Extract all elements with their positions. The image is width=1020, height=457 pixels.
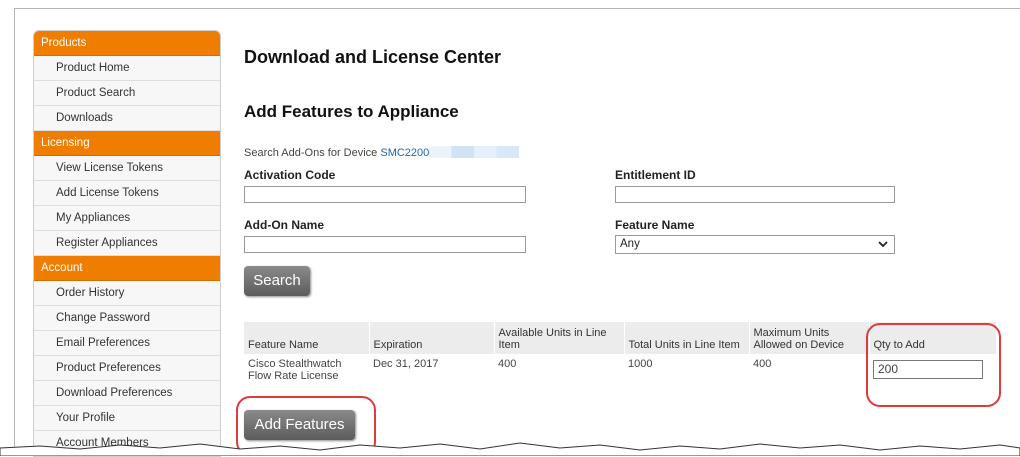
- device-link[interactable]: SMC2200: [380, 147, 429, 159]
- redacted-serial: [429, 146, 520, 158]
- torn-edge-decoration: [0, 442, 1020, 456]
- search-addons-prefix: Search Add-Ons for Device: [244, 147, 378, 159]
- section-title: Add Features to Appliance: [244, 102, 459, 121]
- col-expiration: Expiration: [369, 322, 495, 354]
- cell-maximum-units: 400: [753, 358, 772, 370]
- sidebar-item-downloads[interactable]: Downloads: [34, 106, 220, 131]
- entitlement-id-label: Entitlement ID: [615, 168, 696, 182]
- sidebar-item-your-profile[interactable]: Your Profile: [34, 406, 220, 431]
- sidebar-section-products[interactable]: Products: [34, 31, 220, 56]
- feature-name-label: Feature Name: [615, 218, 695, 232]
- chevron-down-icon: [878, 241, 888, 248]
- col-available-units: Available Units in Line Item: [494, 322, 625, 354]
- qty-callout-highlight: [866, 323, 1001, 407]
- cell-available-units: 400: [498, 358, 517, 370]
- activation-code-label: Activation Code: [244, 168, 336, 182]
- sidebar-section-account[interactable]: Account: [34, 256, 220, 281]
- col-maximum-units: Maximum Units Allowed on Device: [749, 322, 870, 354]
- page-title: Download and License Center: [244, 47, 502, 67]
- col-feature-name: Feature Name: [244, 322, 370, 354]
- col-total-units: Total Units in Line Item: [624, 322, 750, 354]
- entitlement-id-field[interactable]: [615, 186, 895, 203]
- sidebar-item-my-appliances[interactable]: My Appliances: [34, 206, 220, 231]
- sidebar-item-add-license-tokens[interactable]: Add License Tokens: [34, 181, 220, 206]
- addon-name-field[interactable]: [244, 236, 526, 253]
- search-button[interactable]: Search: [244, 266, 310, 296]
- sidebar-item-register-appliances[interactable]: Register Appliances: [34, 231, 220, 256]
- sidebar-item-product-search[interactable]: Product Search: [34, 81, 220, 106]
- search-addons-caption: Search Add-Ons for Device SMC2200: [244, 146, 520, 159]
- feature-name-select[interactable]: Any: [615, 235, 895, 254]
- cell-total-units: 1000: [628, 358, 653, 370]
- feature-name-selected: Any: [620, 238, 640, 250]
- sidebar-item-download-preferences[interactable]: Download Preferences: [34, 381, 220, 406]
- sidebar-item-email-preferences[interactable]: Email Preferences: [34, 331, 220, 356]
- sidebar-item-change-password[interactable]: Change Password: [34, 306, 220, 331]
- sidebar-item-view-license-tokens[interactable]: View License Tokens: [34, 156, 220, 181]
- cell-expiration: Dec 31, 2017: [373, 358, 439, 370]
- sidebar-item-product-preferences[interactable]: Product Preferences: [34, 356, 220, 381]
- sidebar-item-order-history[interactable]: Order History: [34, 281, 220, 306]
- addon-name-label: Add-On Name: [244, 218, 325, 232]
- sidebar-nav: Products Product Home Product Search Dow…: [33, 30, 221, 457]
- sidebar-section-licensing[interactable]: Licensing: [34, 131, 220, 156]
- activation-code-field[interactable]: [244, 186, 526, 203]
- cell-feature-name: Cisco Stealthwatch Flow Rate License: [248, 358, 342, 382]
- sidebar-item-product-home[interactable]: Product Home: [34, 56, 220, 81]
